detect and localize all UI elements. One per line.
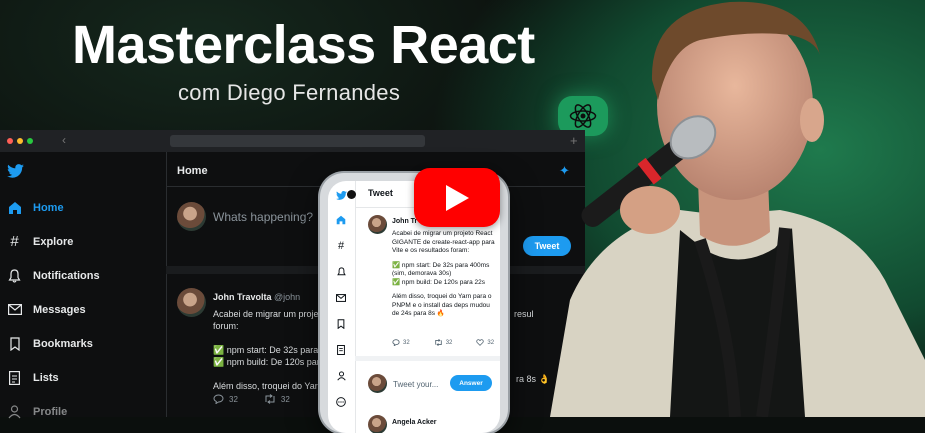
video-title: Masterclass React: [72, 15, 535, 75]
youtube-play-button[interactable]: [414, 168, 500, 227]
bell-icon: [7, 268, 22, 283]
retweet-count: 32: [445, 339, 453, 346]
post-body: Acabei de migrar um projet forum: ✅ npm …: [213, 308, 323, 392]
sidebar-item-label: Home: [33, 201, 64, 214]
home-icon: [7, 200, 22, 215]
post-line: [213, 332, 323, 344]
speaker-photo: [530, 0, 925, 417]
post-author[interactable]: John Travolta @john: [213, 292, 300, 302]
back-button[interactable]: ‹: [62, 133, 66, 147]
maximize-window-button[interactable]: [27, 138, 33, 144]
retweet-button[interactable]: 32: [434, 339, 453, 346]
post-line: [213, 368, 323, 380]
hash-icon: #: [10, 233, 19, 250]
avatar[interactable]: [177, 202, 206, 231]
post-line: ✅ npm build: De 120s para: [213, 357, 323, 367]
hash-icon[interactable]: #: [335, 240, 347, 252]
window-controls: [7, 138, 33, 144]
tweet-paragraph: Acabei de migrar um projeto React GIGANT…: [392, 230, 495, 254]
sidebar-item-label: Messages: [33, 303, 86, 316]
home-icon[interactable]: [335, 214, 347, 226]
tweet-paragraph: Além disso, troquei do Yarn para o PNPM …: [392, 293, 492, 317]
sidebar: Home # Explore Notifications Messages Bo…: [0, 152, 167, 418]
post-line: ✅ npm start: De 32s para: [213, 345, 319, 355]
comment-button[interactable]: 32: [392, 339, 410, 346]
play-icon: [446, 184, 469, 211]
divider: [355, 356, 500, 361]
author-name[interactable]: Angela Acker: [392, 419, 436, 426]
tweet-actions: 32 32 32: [392, 339, 494, 346]
avatar[interactable]: [368, 415, 387, 433]
video-subtitle: com Diego Fernandes: [178, 80, 401, 105]
sidebar-item-label: Lists: [33, 371, 59, 384]
close-window-button[interactable]: [7, 138, 13, 144]
minimize-window-button[interactable]: [17, 138, 23, 144]
answer-button[interactable]: Answer: [450, 375, 492, 391]
sidebar-item-bookmarks[interactable]: Bookmarks: [7, 336, 93, 351]
sidebar-item-notifications[interactable]: Notifications: [7, 268, 100, 283]
more-icon[interactable]: [335, 396, 347, 408]
bookmark-icon[interactable]: [335, 318, 347, 330]
page-title: Home: [177, 165, 208, 177]
post-line: Acabei de migrar um projet: [213, 309, 322, 319]
post-actions: 32 32: [213, 394, 290, 404]
post-line: forum:: [213, 321, 239, 331]
bell-icon[interactable]: [335, 266, 347, 278]
tweet-body: Acabei de migrar um projeto React GIGANT…: [392, 230, 496, 325]
retweet-count: 32: [280, 394, 290, 404]
author-name[interactable]: John Tr: [392, 218, 417, 225]
phone-sidebar: #: [328, 181, 356, 433]
address-bar[interactable]: [170, 135, 425, 147]
list-icon: [7, 370, 22, 385]
twitter-logo-icon[interactable]: [335, 189, 347, 201]
sidebar-item-home[interactable]: Home: [7, 200, 64, 215]
tweet-paragraph: ✅ npm start: De 32s para 400ms (sim, dem…: [392, 261, 490, 286]
compose-input[interactable]: Whats happening?: [213, 210, 313, 224]
list-icon[interactable]: [335, 344, 347, 356]
comment-button[interactable]: 32: [213, 394, 238, 404]
like-button[interactable]: 32: [476, 339, 494, 346]
mail-icon[interactable]: [335, 292, 347, 304]
sidebar-item-label: Notifications: [33, 269, 100, 282]
sidebar-item-label: Explore: [33, 235, 74, 248]
twitter-logo-icon[interactable]: [7, 164, 24, 183]
avatar[interactable]: [368, 374, 387, 393]
bookmark-icon: [7, 336, 22, 351]
sidebar-item-messages[interactable]: Messages: [7, 302, 86, 317]
user-icon[interactable]: [335, 370, 347, 382]
retweet-button[interactable]: 32: [264, 394, 290, 404]
sidebar-item-label: Bookmarks: [33, 337, 93, 350]
like-count: 32: [487, 339, 495, 346]
mail-icon: [7, 302, 22, 317]
browser-toolbar: ‹ +: [0, 130, 585, 152]
camera-notch: [347, 190, 356, 199]
sidebar-item-lists[interactable]: Lists: [7, 370, 59, 385]
author-handle: @john: [274, 292, 301, 302]
sidebar-item-label: Profile: [33, 405, 68, 418]
sidebar-item-explore[interactable]: # Explore: [7, 233, 74, 250]
reply-input[interactable]: Tweet your...: [393, 380, 438, 389]
phone-page-title: Tweet: [368, 188, 393, 198]
avatar[interactable]: [368, 215, 387, 234]
author-name: John Travolta: [213, 292, 272, 302]
comment-count: 32: [229, 394, 238, 404]
avatar[interactable]: [177, 288, 206, 317]
comment-count: 32: [403, 339, 410, 346]
post-line: Além disso, troquei do Yarn: [213, 381, 323, 391]
